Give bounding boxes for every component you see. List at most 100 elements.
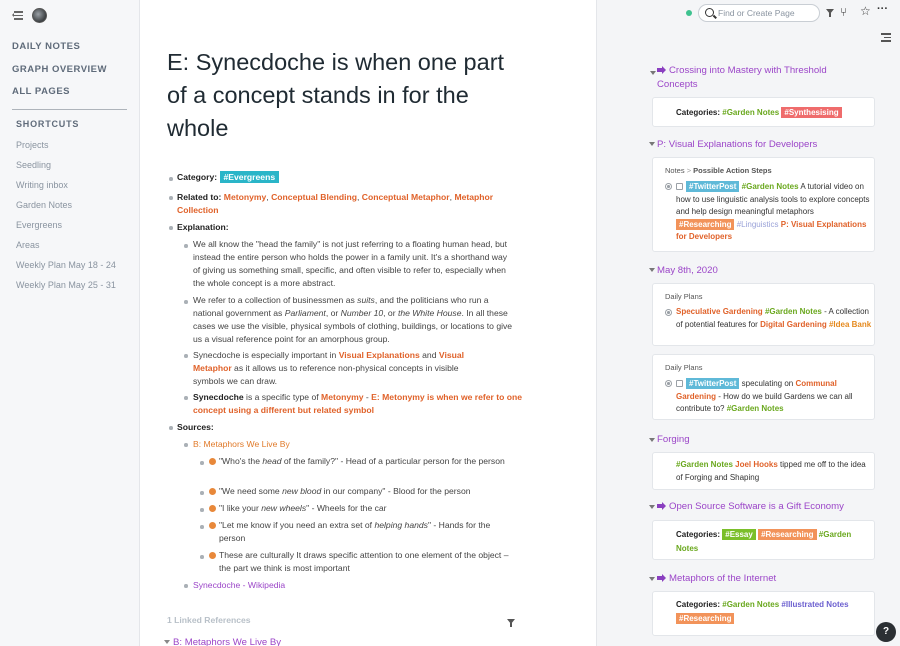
- block-bullet[interactable]: [200, 555, 204, 559]
- block-bullet[interactable]: [200, 461, 204, 465]
- filter-icon[interactable]: [507, 619, 515, 627]
- search-box[interactable]: Find or Create Page: [698, 4, 820, 22]
- researching-tag[interactable]: #Researching: [676, 613, 735, 624]
- breadcrumb[interactable]: Daily Plans: [665, 292, 703, 301]
- nav-graph-overview[interactable]: GRAPH OVERVIEW: [12, 59, 139, 82]
- garden-notes-tag[interactable]: #Garden Notes: [722, 600, 779, 609]
- twitterpost-tag[interactable]: #TwitterPost: [686, 181, 740, 192]
- sources-block[interactable]: Sources:: [177, 421, 214, 434]
- related-block[interactable]: Related to: Metonymy, Conceptual Blendin…: [177, 191, 522, 217]
- related-link[interactable]: Metonymy: [224, 192, 267, 202]
- page-title[interactable]: E: Synecdoche is when one part of a conc…: [167, 46, 527, 145]
- reference-card[interactable]: Categories: #Garden Notes #Illustrated N…: [652, 591, 875, 636]
- block-bullet[interactable]: [200, 525, 204, 529]
- reference-card[interactable]: Daily Plans Speculative Gardening #Garde…: [652, 283, 875, 346]
- chevron-down-icon[interactable]: [649, 142, 655, 146]
- garden-notes-tag[interactable]: #Garden Notes: [722, 108, 779, 117]
- shortcut-item[interactable]: Seedling: [16, 155, 139, 175]
- block-bullet[interactable]: [169, 426, 173, 430]
- filter-icon[interactable]: [826, 9, 834, 17]
- shortcut-item[interactable]: Weekly Plan May 25 - 31: [16, 275, 139, 295]
- reference-card[interactable]: Categories: #Garden Notes #Synthesising: [652, 97, 875, 127]
- chevron-down-icon[interactable]: [650, 71, 656, 75]
- source-block[interactable]: Synecdoche - Wikipedia: [193, 579, 285, 592]
- block-bullet[interactable]: [184, 584, 188, 588]
- linked-reference-title[interactable]: B: Metaphors We Live By: [173, 636, 281, 646]
- ref-section-title[interactable]: Forging: [657, 433, 690, 447]
- idea-bank-tag[interactable]: #Idea Bank: [829, 320, 871, 329]
- block-bullet[interactable]: [184, 443, 188, 447]
- checkbox-icon[interactable]: [676, 380, 683, 387]
- researching-tag[interactable]: #Researching: [676, 218, 735, 230]
- garden-notes-tag[interactable]: #Garden Notes: [742, 182, 799, 191]
- more-icon[interactable]: ···: [877, 3, 888, 15]
- garden-notes-tag[interactable]: #Garden Notes: [727, 404, 784, 413]
- block-bullet[interactable]: [184, 300, 188, 304]
- shortcut-item[interactable]: Weekly Plan May 18 - 24: [16, 255, 139, 275]
- right-panel-menu-icon[interactable]: [881, 33, 891, 42]
- block-bullet[interactable]: [184, 396, 188, 400]
- reference-card[interactable]: #Garden Notes Joel Hooks tipped me off t…: [652, 452, 875, 490]
- source-item[interactable]: "Who's the head of the family?" - Head o…: [219, 455, 517, 468]
- shortcut-item[interactable]: Areas: [16, 235, 139, 255]
- block-bullet[interactable]: [169, 177, 173, 181]
- page-link[interactable]: Digital Gardening: [760, 320, 827, 329]
- illustrated-notes-tag[interactable]: #Illustrated Notes: [781, 600, 848, 609]
- source-item[interactable]: "I like your new wheels" - Wheels for th…: [219, 502, 519, 515]
- explanation-paragraph[interactable]: We all know the "head the family" is not…: [193, 238, 515, 290]
- chevron-down-icon[interactable]: [649, 505, 655, 509]
- metonymy-link[interactable]: Metonymy: [321, 392, 364, 402]
- source-item[interactable]: These are culturally It draws specific a…: [219, 549, 519, 575]
- related-link[interactable]: Conceptual Blending: [271, 192, 357, 202]
- shortcut-item[interactable]: Evergreens: [16, 215, 139, 235]
- explanation-paragraph[interactable]: Synecdoche is a specific type of Metonym…: [193, 391, 523, 417]
- graph-icon[interactable]: ⑂: [840, 5, 847, 19]
- graph-logo-icon[interactable]: [32, 7, 47, 23]
- source-block[interactable]: B: Metaphors We Live By: [193, 438, 290, 451]
- ref-section-title[interactable]: Open Source Software is a Gift Economy: [657, 500, 844, 514]
- nav-daily-notes[interactable]: DAILY NOTES: [12, 36, 139, 59]
- chevron-down-icon[interactable]: [164, 640, 170, 644]
- explanation-paragraph[interactable]: We refer to a collection of businessmen …: [193, 294, 513, 346]
- researching-tag[interactable]: #Researching: [758, 529, 817, 540]
- linked-references-header[interactable]: 1 Linked References: [167, 614, 251, 627]
- block-bullet[interactable]: [200, 508, 204, 512]
- block-bullet[interactable]: [200, 491, 204, 495]
- linguistics-tag[interactable]: #Linguistics: [737, 220, 779, 229]
- breadcrumb-item[interactable]: Possible Action Steps: [693, 166, 772, 175]
- reference-card[interactable]: Categories: #Essay #Researching #Garden …: [652, 520, 875, 560]
- ref-section-title[interactable]: May 8th, 2020: [657, 264, 718, 278]
- visual-explanations-link[interactable]: Visual Explanations: [339, 350, 420, 360]
- essay-tag[interactable]: #Essay: [722, 529, 756, 540]
- chevron-down-icon[interactable]: [649, 268, 655, 272]
- block-bullet[interactable]: [169, 196, 173, 200]
- twitterpost-tag[interactable]: #TwitterPost: [686, 378, 740, 389]
- garden-notes-tag[interactable]: #Garden Notes: [676, 460, 733, 469]
- block-bullet[interactable]: [169, 226, 173, 230]
- related-link[interactable]: Conceptual Metaphor: [362, 192, 450, 202]
- evergreens-tag[interactable]: #Evergreens: [219, 171, 280, 183]
- reference-card[interactable]: Daily Plans #TwitterPost speculating on …: [652, 354, 875, 420]
- synthesising-tag[interactable]: #Synthesising: [781, 107, 842, 118]
- ref-section-title[interactable]: P: Visual Explanations for Developers: [657, 138, 817, 152]
- shortcut-item[interactable]: Projects: [16, 135, 139, 155]
- chevron-down-icon[interactable]: [649, 577, 655, 581]
- metaphors-we-live-by-link[interactable]: B: Metaphors We Live By: [193, 439, 290, 449]
- star-icon[interactable]: ☆: [860, 4, 871, 18]
- wikipedia-link[interactable]: Synecdoche - Wikipedia: [193, 580, 285, 590]
- block-bullet-icon[interactable]: [665, 183, 672, 190]
- breadcrumb-item[interactable]: Notes: [665, 166, 685, 175]
- collapse-sidebar-icon[interactable]: [12, 10, 24, 20]
- page-link[interactable]: Joel Hooks: [735, 460, 778, 469]
- explanation-block[interactable]: Explanation:: [177, 221, 229, 234]
- shortcut-item[interactable]: Garden Notes: [16, 195, 139, 215]
- garden-notes-tag[interactable]: #Garden Notes: [765, 307, 822, 316]
- chevron-down-icon[interactable]: [649, 438, 655, 442]
- shortcut-item[interactable]: Writing inbox: [16, 175, 139, 195]
- source-item[interactable]: "Let me know if you need an extra set of…: [219, 519, 517, 545]
- help-button[interactable]: ?: [876, 622, 896, 642]
- block-bullet-icon[interactable]: [665, 309, 672, 316]
- source-item[interactable]: "We need some new blood in our company" …: [219, 485, 519, 498]
- reference-card[interactable]: Notes > Possible Action Steps #TwitterPo…: [652, 157, 875, 252]
- checkbox-icon[interactable]: [676, 183, 683, 190]
